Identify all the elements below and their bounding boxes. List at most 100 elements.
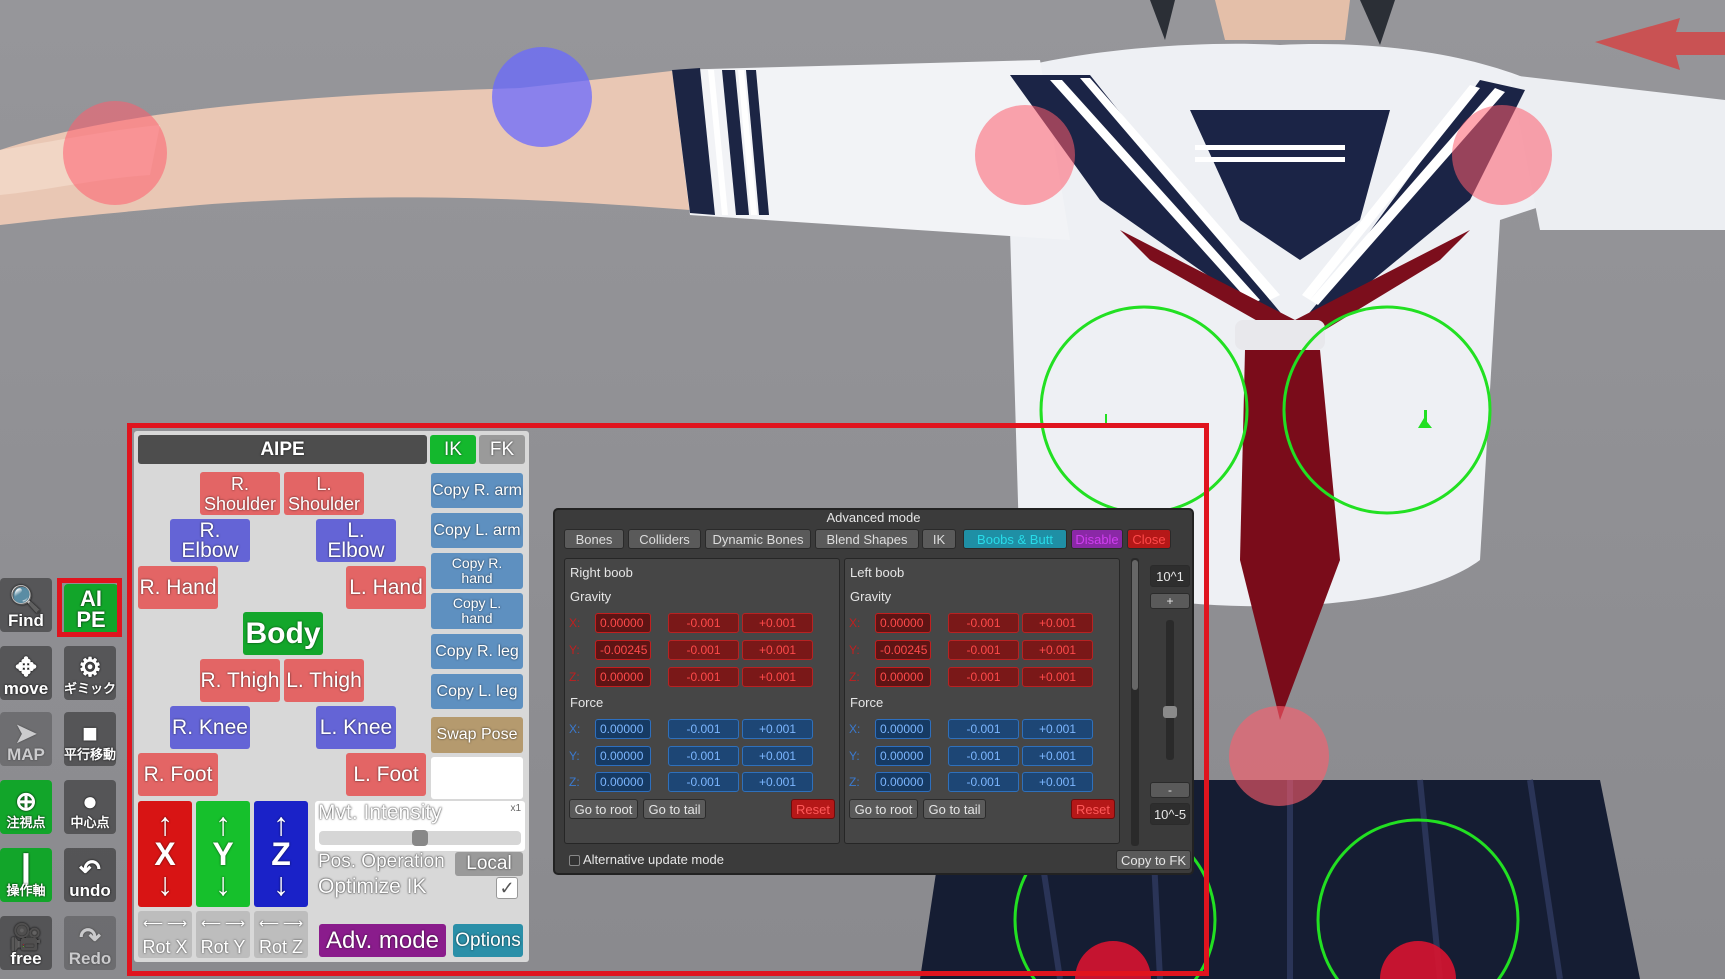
map-button[interactable]: ➤ MAP bbox=[0, 712, 52, 766]
find-button[interactable]: 🔍 Find bbox=[0, 578, 52, 632]
right-force-z-plus[interactable]: +0.001 bbox=[742, 772, 813, 792]
left-force-y-minus[interactable]: -0.001 bbox=[948, 746, 1019, 766]
undo-button[interactable]: ↶ undo bbox=[64, 848, 116, 902]
right-gravity-z-minus[interactable]: -0.001 bbox=[668, 667, 739, 687]
translate-button[interactable]: ■ 平行移動 bbox=[64, 712, 116, 766]
r-shoulder-button[interactable]: R. Shoulder bbox=[200, 472, 280, 515]
axis-button[interactable]: ┃ 操作軸 bbox=[0, 848, 52, 902]
right-go-to-tail-button[interactable]: Go to tail bbox=[643, 799, 706, 819]
swap-pose-button[interactable]: Swap Pose bbox=[431, 717, 523, 753]
tab-boobs-butt[interactable]: Boobs & Butt bbox=[963, 529, 1067, 549]
center-point-button[interactable]: ● 中心点 bbox=[64, 780, 116, 834]
local-toggle-button[interactable]: Local bbox=[455, 852, 523, 876]
gimmick-button[interactable]: ⚙ ギミック bbox=[64, 646, 116, 700]
left-gravity-z-plus[interactable]: +0.001 bbox=[1022, 667, 1093, 687]
r-foot-button[interactable]: R. Foot bbox=[138, 753, 218, 796]
focus-point-button[interactable]: ⊕ 注視点 bbox=[0, 780, 52, 834]
right-gravity-y-minus[interactable]: -0.001 bbox=[668, 640, 739, 660]
sections-scrollbar[interactable] bbox=[1131, 558, 1139, 846]
mvt-intensity-slider[interactable] bbox=[319, 830, 521, 846]
r-elbow-button[interactable]: R. Elbow bbox=[170, 519, 250, 562]
left-go-to-root-button[interactable]: Go to root bbox=[849, 799, 918, 819]
copy-l-hand-button[interactable]: Copy L. hand bbox=[431, 593, 523, 629]
right-gravity-x-input[interactable]: 0.00000 bbox=[595, 613, 651, 633]
left-force-y-input[interactable]: 0.00000 bbox=[875, 746, 931, 766]
left-gravity-z-minus[interactable]: -0.001 bbox=[948, 667, 1019, 687]
right-gravity-z-plus[interactable]: +0.001 bbox=[742, 667, 813, 687]
free-camera-button[interactable]: 🎥 free bbox=[0, 916, 52, 970]
right-gravity-x-minus[interactable]: -0.001 bbox=[668, 613, 739, 633]
left-force-x-minus[interactable]: -0.001 bbox=[948, 719, 1019, 739]
right-force-z-minus[interactable]: -0.001 bbox=[668, 772, 739, 792]
l-hand-button[interactable]: L. Hand bbox=[346, 566, 426, 609]
left-gravity-y-input[interactable]: -0.00245 bbox=[875, 640, 931, 660]
tab-bones[interactable]: Bones bbox=[564, 529, 624, 549]
move-button[interactable]: ✥ move bbox=[0, 646, 52, 700]
r-thigh-button[interactable]: R. Thigh bbox=[200, 659, 280, 702]
rot-y-button[interactable]: ⟵ ⟶ Rot Y bbox=[196, 911, 250, 958]
right-force-x-input[interactable]: 0.00000 bbox=[595, 719, 651, 739]
sections-scrollbar-thumb[interactable] bbox=[1132, 560, 1138, 690]
right-gravity-x-plus[interactable]: +0.001 bbox=[742, 613, 813, 633]
scale-slider[interactable] bbox=[1163, 620, 1177, 760]
l-foot-button[interactable]: L. Foot bbox=[346, 753, 426, 796]
right-force-x-minus[interactable]: -0.001 bbox=[668, 719, 739, 739]
redo-button[interactable]: ↷ Redo bbox=[64, 916, 116, 970]
left-force-z-minus[interactable]: -0.001 bbox=[948, 772, 1019, 792]
left-gravity-y-plus[interactable]: +0.001 bbox=[1022, 640, 1093, 660]
adv-mode-button[interactable]: Adv. mode bbox=[319, 924, 446, 957]
rot-z-button[interactable]: ⟵ ⟶ Rot Z bbox=[254, 911, 308, 958]
tab-colliders[interactable]: Colliders bbox=[628, 529, 701, 549]
right-gravity-z-input[interactable]: 0.00000 bbox=[595, 667, 651, 687]
copy-to-fk-button[interactable]: Copy to FK bbox=[1116, 850, 1191, 870]
disable-button[interactable]: Disable bbox=[1071, 529, 1123, 549]
tab-blend-shapes[interactable]: Blend Shapes bbox=[815, 529, 919, 549]
left-force-x-plus[interactable]: +0.001 bbox=[1022, 719, 1093, 739]
tab-dynamic-bones[interactable]: Dynamic Bones bbox=[705, 529, 811, 549]
left-gravity-x-input[interactable]: 0.00000 bbox=[875, 613, 931, 633]
body-button[interactable]: Body bbox=[243, 612, 323, 655]
r-knee-button[interactable]: R. Knee bbox=[170, 706, 250, 749]
options-button[interactable]: Options bbox=[453, 924, 523, 957]
y-axis-button[interactable]: ↑ Y ↓ bbox=[196, 801, 250, 907]
l-knee-button[interactable]: L. Knee bbox=[316, 706, 396, 749]
scale-plus-button[interactable]: + bbox=[1150, 593, 1190, 609]
close-button[interactable]: Close bbox=[1127, 529, 1171, 549]
left-gravity-y-minus[interactable]: -0.001 bbox=[948, 640, 1019, 660]
copy-r-leg-button[interactable]: Copy R. leg bbox=[431, 634, 523, 669]
right-force-y-plus[interactable]: +0.001 bbox=[742, 746, 813, 766]
left-force-x-input[interactable]: 0.00000 bbox=[875, 719, 931, 739]
l-elbow-button[interactable]: L. Elbow bbox=[316, 519, 396, 562]
left-gravity-z-input[interactable]: 0.00000 bbox=[875, 667, 931, 687]
x-axis-button[interactable]: ↑ X ↓ bbox=[138, 801, 192, 907]
tab-ik[interactable]: IK bbox=[922, 529, 956, 549]
right-force-z-input[interactable]: 0.00000 bbox=[595, 772, 651, 792]
ik-mode-button[interactable]: IK bbox=[430, 435, 476, 464]
right-reset-button[interactable]: Reset bbox=[791, 799, 835, 819]
left-go-to-tail-button[interactable]: Go to tail bbox=[923, 799, 986, 819]
r-hand-button[interactable]: R. Hand bbox=[138, 566, 218, 609]
rot-x-button[interactable]: ⟵ ⟶ Rot X bbox=[138, 911, 192, 958]
right-gravity-y-plus[interactable]: +0.001 bbox=[742, 640, 813, 660]
scale-slider-thumb[interactable] bbox=[1163, 705, 1177, 718]
l-thigh-button[interactable]: L. Thigh bbox=[284, 659, 364, 702]
fk-mode-button[interactable]: FK bbox=[479, 435, 525, 464]
right-gravity-y-input[interactable]: -0.00245 bbox=[595, 640, 651, 660]
right-force-y-input[interactable]: 0.00000 bbox=[595, 746, 651, 766]
optimize-ik-checkbox[interactable]: ✓ bbox=[496, 877, 518, 899]
left-reset-button[interactable]: Reset bbox=[1071, 799, 1115, 819]
mvt-intensity-thumb[interactable] bbox=[412, 830, 428, 846]
z-axis-button[interactable]: ↑ Z ↓ bbox=[254, 801, 308, 907]
aipe-toggle-button[interactable]: AI PE bbox=[64, 584, 118, 636]
left-force-y-plus[interactable]: +0.001 bbox=[1022, 746, 1093, 766]
right-force-y-minus[interactable]: -0.001 bbox=[668, 746, 739, 766]
left-force-z-plus[interactable]: +0.001 bbox=[1022, 772, 1093, 792]
l-shoulder-button[interactable]: L. Shoulder bbox=[284, 472, 364, 515]
left-gravity-x-minus[interactable]: -0.001 bbox=[948, 613, 1019, 633]
right-force-x-plus[interactable]: +0.001 bbox=[742, 719, 813, 739]
scale-minus-button[interactable]: - bbox=[1150, 782, 1190, 798]
copy-l-arm-button[interactable]: Copy L. arm bbox=[431, 513, 523, 548]
alt-update-checkbox[interactable] bbox=[569, 855, 580, 866]
right-go-to-root-button[interactable]: Go to root bbox=[569, 799, 638, 819]
copy-r-arm-button[interactable]: Copy R. arm bbox=[431, 473, 523, 508]
